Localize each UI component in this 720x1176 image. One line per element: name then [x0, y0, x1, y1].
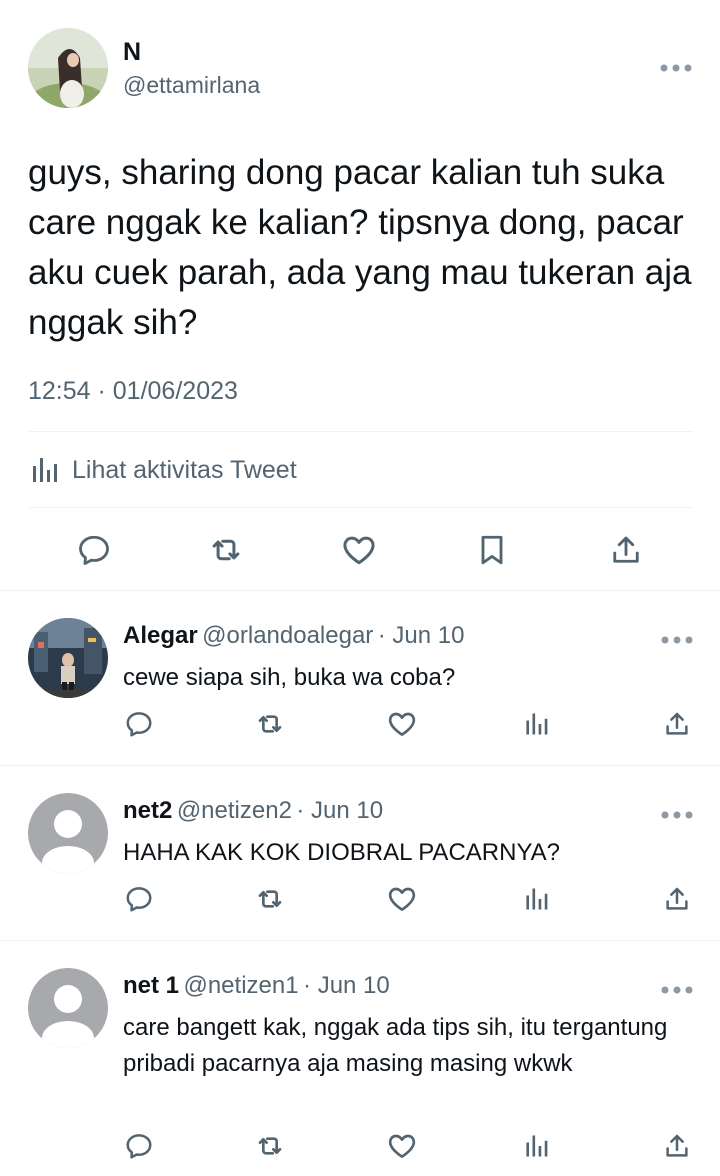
- share-button[interactable]: [606, 530, 646, 570]
- reply-button[interactable]: [123, 708, 155, 740]
- analytics-icon: [33, 458, 57, 482]
- reply-header: net 1 @netizen1 · Jun 10: [123, 972, 390, 1000]
- share-icon: [666, 712, 688, 735]
- retweet-button[interactable]: [254, 1130, 286, 1162]
- reply-item[interactable]: net 1 @netizen1 · Jun 10 care bangett ka…: [0, 940, 720, 1176]
- views-button[interactable]: [520, 1130, 552, 1162]
- reply-header: Alegar @orlandoalegar · Jun 10: [123, 622, 464, 650]
- retweet-icon: [212, 539, 240, 561]
- reply-avatar[interactable]: [28, 968, 108, 1048]
- like-icon: [388, 712, 416, 736]
- retweet-icon: [258, 715, 282, 733]
- reply-button[interactable]: [74, 530, 114, 570]
- like-button[interactable]: [386, 883, 418, 915]
- divider: [28, 431, 693, 432]
- bookmark-icon: [481, 535, 503, 565]
- like-icon: [388, 887, 416, 911]
- tweet-timestamp[interactable]: 12:54 · 01/06/2023: [28, 377, 238, 406]
- like-icon: [343, 536, 375, 565]
- tweet-activity-link[interactable]: Lihat aktivitas Tweet: [28, 450, 297, 490]
- reply-icon: [126, 887, 152, 912]
- retweet-button[interactable]: [254, 708, 286, 740]
- like-button[interactable]: [386, 1130, 418, 1162]
- reply-handle[interactable]: @netizen1: [183, 972, 298, 999]
- views-button[interactable]: [520, 883, 552, 915]
- retweet-icon: [258, 890, 282, 908]
- like-icon: [388, 1134, 416, 1158]
- reply-text: cewe siapa sih, buka wa coba?: [123, 664, 456, 691]
- reply-date[interactable]: · Jun 10: [303, 972, 390, 999]
- reply-avatar[interactable]: [28, 618, 108, 698]
- reply-date[interactable]: · Jun 10: [378, 622, 465, 649]
- reply-handle[interactable]: @orlandoalegar: [202, 622, 373, 649]
- share-icon: [613, 536, 639, 563]
- retweet-button[interactable]: [206, 530, 246, 570]
- main-tweet: N @ettamirlana guys, sharing dong pacar …: [0, 0, 720, 590]
- reply-button[interactable]: [123, 883, 155, 915]
- analytics-icon: [526, 888, 548, 910]
- more-options-icon[interactable]: [660, 985, 694, 995]
- reply-name[interactable]: net 1: [123, 972, 179, 999]
- reply-avatar[interactable]: [28, 793, 108, 873]
- reply-icon: [126, 712, 152, 737]
- reply-header: net2 @netizen2 · Jun 10: [123, 797, 383, 825]
- share-icon: [666, 1134, 688, 1157]
- author-handle[interactable]: @ettamirlana: [123, 72, 260, 99]
- more-options-icon[interactable]: [660, 810, 694, 820]
- reply-date[interactable]: · Jun 10: [296, 797, 383, 824]
- reply-icon: [126, 1134, 152, 1159]
- tweet-text: guys, sharing dong pacar kalian tuh suka…: [28, 153, 692, 342]
- reply-name[interactable]: Alegar: [123, 622, 198, 649]
- analytics-icon: [526, 713, 548, 735]
- more-options-icon[interactable]: [659, 63, 693, 73]
- retweet-button[interactable]: [254, 883, 286, 915]
- reply-name[interactable]: net2: [123, 797, 172, 824]
- share-icon: [666, 887, 688, 910]
- author-avatar[interactable]: [28, 28, 108, 108]
- like-button[interactable]: [339, 530, 379, 570]
- reply-handle[interactable]: @netizen2: [177, 797, 292, 824]
- analytics-icon: [526, 1135, 548, 1157]
- like-button[interactable]: [386, 708, 418, 740]
- reply-text: HAHA KAK KOK DIOBRAL PACARNYA?: [123, 839, 561, 866]
- share-button[interactable]: [661, 883, 693, 915]
- reply-text: care bangett kak, nggak ada tips sih, it…: [123, 1014, 668, 1077]
- reply-button[interactable]: [123, 1130, 155, 1162]
- divider: [28, 507, 693, 508]
- reply-item[interactable]: net2 @netizen2 · Jun 10 HAHA KAK KOK DIO…: [0, 765, 720, 940]
- share-button[interactable]: [661, 708, 693, 740]
- retweet-icon: [258, 1137, 282, 1155]
- views-button[interactable]: [520, 708, 552, 740]
- author-name[interactable]: N: [123, 38, 141, 67]
- reply-icon: [79, 535, 109, 565]
- reply-item[interactable]: Alegar @orlandoalegar · Jun 10 cewe siap…: [0, 590, 720, 765]
- share-button[interactable]: [661, 1130, 693, 1162]
- activity-label: Lihat aktivitas Tweet: [72, 455, 297, 484]
- bookmark-button[interactable]: [472, 530, 512, 570]
- more-options-icon[interactable]: [660, 635, 694, 645]
